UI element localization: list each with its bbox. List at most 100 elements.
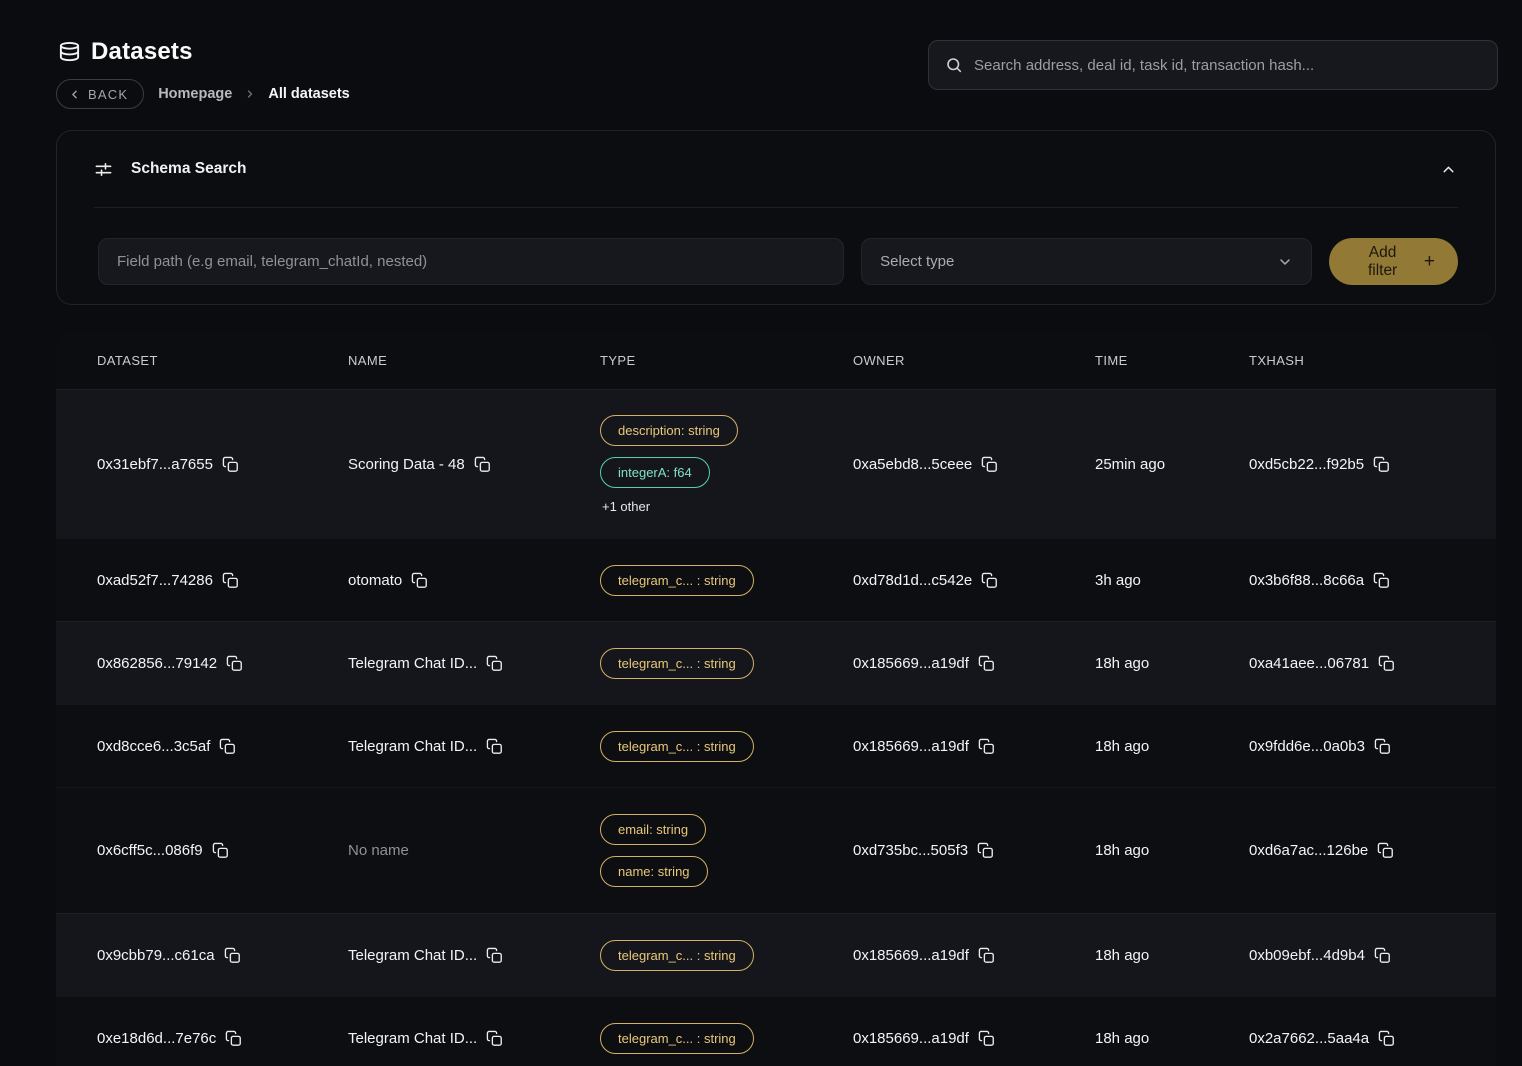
copy-icon[interactable] bbox=[222, 456, 239, 473]
copy-icon[interactable] bbox=[486, 655, 503, 672]
type-select[interactable]: Select type bbox=[861, 238, 1312, 285]
time-ago: 18h ago bbox=[1095, 738, 1149, 755]
copy-icon[interactable] bbox=[1373, 572, 1390, 589]
table-row[interactable]: 0xd8cce6...3c5af Telegram Chat ID...teleg… bbox=[56, 704, 1496, 787]
owner-cell: 0x185669...a19df bbox=[853, 947, 1095, 964]
table-row[interactable]: 0xe18d6d...7e76c Telegram Chat ID... teleg… bbox=[56, 996, 1496, 1066]
owner-cell: 0x185669...a19df bbox=[853, 655, 1095, 672]
type-badge: email: string bbox=[600, 814, 706, 845]
global-search[interactable] bbox=[928, 40, 1498, 90]
dataset-cell: 0xe18d6d...7e76c bbox=[97, 1030, 348, 1047]
tx-hash: 0xb09ebf...4d9b4 bbox=[1249, 947, 1365, 964]
owner-address: 0xa5ebd8...5ceee bbox=[853, 456, 972, 473]
table-row[interactable]: 0x9cbb79...c61ca Telegram Chat ID...teleg… bbox=[56, 913, 1496, 996]
type-cell: telegram_c... : string bbox=[600, 565, 853, 596]
col-name: NAME bbox=[348, 353, 600, 368]
type-cell: description: stringintegerA: f64+1 other bbox=[600, 415, 853, 514]
table-row[interactable]: 0x31ebf7...a7655Scoring Data - 48descrip… bbox=[56, 389, 1496, 538]
type-cell: email: stringname: string bbox=[600, 814, 853, 887]
time-cell: 18h ago bbox=[1095, 842, 1249, 859]
tx-hash: 0xa41aee...06781 bbox=[1249, 655, 1369, 672]
search-input[interactable] bbox=[974, 57, 1481, 74]
copy-icon[interactable] bbox=[981, 456, 998, 473]
tx-hash: 0xd5cb22...f92b5 bbox=[1249, 456, 1364, 473]
copy-icon[interactable] bbox=[225, 1030, 242, 1047]
name-cell: No name bbox=[348, 842, 600, 859]
dataset-name: Telegram Chat ID... bbox=[348, 1030, 477, 1047]
dataset-id: 0xe18d6d...7e76c bbox=[97, 1030, 216, 1047]
copy-icon[interactable] bbox=[1374, 947, 1391, 964]
table-row[interactable]: 0x862856...79142Telegram Chat ID...teleg… bbox=[56, 621, 1496, 704]
table-row[interactable]: 0x6cff5c...086f9No nameemail: stringname… bbox=[56, 787, 1496, 913]
type-cell: telegram_c... : string bbox=[600, 731, 853, 762]
table-body: 0x31ebf7...a7655Scoring Data - 48descrip… bbox=[56, 389, 1496, 1066]
dataset-id: 0xd8cce6...3c5af bbox=[97, 738, 210, 755]
owner-cell: 0x185669...a19df bbox=[853, 1030, 1095, 1047]
search-icon bbox=[945, 56, 963, 74]
dataset-name: otomato bbox=[348, 572, 402, 589]
page-title: Datasets bbox=[91, 38, 193, 66]
owner-address: 0xd735bc...505f3 bbox=[853, 842, 968, 859]
schema-search-panel: Schema Search Select type Add filter + bbox=[56, 130, 1496, 305]
copy-icon[interactable] bbox=[222, 572, 239, 589]
dataset-cell: 0xd8cce6...3c5af bbox=[97, 738, 348, 755]
time-ago: 3h ago bbox=[1095, 572, 1141, 589]
tx-hash: 0x3b6f88...8c66a bbox=[1249, 572, 1364, 589]
txhash-cell: 0xd5cb22...f92b5 bbox=[1249, 456, 1496, 473]
owner-cell: 0xd735bc...505f3 bbox=[853, 842, 1095, 859]
copy-icon[interactable] bbox=[1378, 1030, 1395, 1047]
time-ago: 18h ago bbox=[1095, 1030, 1149, 1047]
type-cell: telegram_c... : string bbox=[600, 648, 853, 679]
copy-icon[interactable] bbox=[978, 738, 995, 755]
table-row[interactable]: 0xad52f7...74286otomatotelegram_c... : s… bbox=[56, 538, 1496, 621]
time-cell: 18h ago bbox=[1095, 738, 1249, 755]
dataset-id: 0x31ebf7...a7655 bbox=[97, 456, 213, 473]
add-filter-label: Add filter bbox=[1352, 244, 1413, 280]
copy-icon[interactable] bbox=[1374, 738, 1391, 755]
back-button[interactable]: BACK bbox=[56, 79, 144, 109]
field-path-input[interactable] bbox=[98, 238, 844, 285]
copy-icon[interactable] bbox=[1377, 842, 1394, 859]
copy-icon[interactable] bbox=[411, 572, 428, 589]
name-cell: Telegram Chat ID... bbox=[348, 738, 600, 755]
type-badges: telegram_c... : string bbox=[600, 731, 754, 762]
copy-icon[interactable] bbox=[978, 1030, 995, 1047]
dataset-name: Telegram Chat ID... bbox=[348, 655, 477, 672]
time-ago: 18h ago bbox=[1095, 655, 1149, 672]
add-filter-button[interactable]: Add filter + bbox=[1329, 238, 1458, 285]
schema-search-header[interactable]: Schema Search bbox=[57, 131, 1495, 207]
copy-icon[interactable] bbox=[224, 947, 241, 964]
more-types-label: +1 other bbox=[600, 499, 650, 514]
copy-icon[interactable] bbox=[1378, 655, 1395, 672]
filter-row: Select type Add filter + bbox=[57, 208, 1495, 285]
database-icon bbox=[58, 41, 81, 64]
copy-icon[interactable] bbox=[1373, 456, 1390, 473]
schema-search-title: Schema Search bbox=[131, 160, 246, 178]
breadcrumb-home[interactable]: Homepage bbox=[158, 86, 232, 102]
type-cell: telegram_c... : string bbox=[600, 940, 853, 971]
copy-icon[interactable] bbox=[978, 947, 995, 964]
back-label: BACK bbox=[88, 87, 128, 102]
top-bar: Datasets BACK Homepage All datasets bbox=[0, 0, 1522, 130]
dataset-id: 0x9cbb79...c61ca bbox=[97, 947, 215, 964]
sliders-icon bbox=[94, 160, 113, 179]
time-cell: 25min ago bbox=[1095, 456, 1249, 473]
dataset-name: No name bbox=[348, 842, 409, 859]
collapse-button[interactable] bbox=[1436, 157, 1461, 182]
copy-icon[interactable] bbox=[486, 947, 503, 964]
chevron-left-icon bbox=[68, 88, 81, 101]
copy-icon[interactable] bbox=[486, 738, 503, 755]
copy-icon[interactable] bbox=[978, 655, 995, 672]
copy-icon[interactable] bbox=[981, 572, 998, 589]
copy-icon[interactable] bbox=[977, 842, 994, 859]
name-cell: Telegram Chat ID... bbox=[348, 947, 600, 964]
type-badge: telegram_c... : string bbox=[600, 565, 754, 596]
type-badges: description: stringintegerA: f64+1 other bbox=[600, 415, 738, 514]
copy-icon[interactable] bbox=[226, 655, 243, 672]
copy-icon[interactable] bbox=[219, 738, 236, 755]
copy-icon[interactable] bbox=[486, 1030, 503, 1047]
copy-icon[interactable] bbox=[212, 842, 229, 859]
type-badge: telegram_c... : string bbox=[600, 648, 754, 679]
type-cell: telegram_c... : string bbox=[600, 1023, 853, 1054]
copy-icon[interactable] bbox=[474, 456, 491, 473]
